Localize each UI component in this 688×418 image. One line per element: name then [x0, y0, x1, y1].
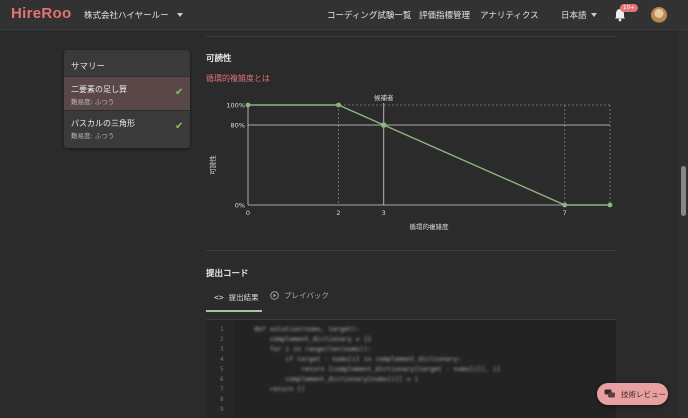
- code-icon: <>: [214, 293, 224, 302]
- y-tick-label: 100%: [226, 102, 245, 110]
- line-number: 6: [220, 376, 224, 383]
- tech-review-label: 技術レビュー: [621, 389, 666, 399]
- sidebar-item-question-2[interactable]: パスカルの三角形 難易度: ふつう ✔: [64, 110, 190, 144]
- chart-xlabel: 循環的複雑度: [410, 222, 450, 231]
- x-tick-label: 2: [336, 209, 340, 217]
- code-line: return []: [254, 385, 305, 393]
- code-line: def solution(nums, target):: [254, 325, 360, 333]
- question-name: 二要素の足し算: [71, 85, 127, 94]
- chart-title: 候補者: [374, 93, 394, 102]
- line-number: 9: [220, 406, 224, 413]
- data-point: [607, 202, 613, 208]
- data-point: [336, 102, 341, 108]
- tab-label: 提出結果: [228, 293, 259, 302]
- active-tab-indicator: [206, 310, 262, 312]
- company-selector[interactable]: 株式会社ハイヤールー: [84, 9, 183, 21]
- data-point: [562, 202, 568, 208]
- line-number: 1: [220, 326, 224, 333]
- code-editor[interactable]: 1 2 3 4 5 6 7 8 9 def solution(nums, target): co…: [206, 319, 616, 418]
- candidate-point: [380, 122, 387, 128]
- chart-ylabel: 可読性: [208, 155, 217, 175]
- line-number: 2: [220, 336, 224, 343]
- readability-chart: 候補者 可読性 循環的複雑度 0 2 3 7 0% 80% 100%: [208, 93, 613, 231]
- line-number: 7: [220, 386, 224, 393]
- question-difficulty: 難易度: ふつう: [71, 98, 115, 106]
- language-label: 日本語: [561, 11, 587, 21]
- check-icon: ✔: [175, 87, 184, 98]
- line-number: 8: [220, 396, 224, 403]
- check-icon: ✔: [175, 121, 184, 132]
- x-tick-label: 0: [246, 209, 250, 217]
- notification-badge: 10+: [620, 4, 638, 12]
- language-selector[interactable]: 日本語: [561, 9, 597, 21]
- chevron-down-icon: [590, 13, 597, 17]
- user-avatar[interactable]: [651, 7, 667, 23]
- y-tick-label: 80%: [231, 122, 245, 130]
- line-number: 3: [220, 346, 224, 353]
- code-line: complement_dictionary[nums[i]] = i: [254, 375, 419, 383]
- x-tick-label: 7: [563, 209, 567, 217]
- code-line: for i in range(len(nums)):: [254, 345, 372, 353]
- sidebar-item-question-1[interactable]: 二要素の足し算 難易度: ふつう ✔: [64, 76, 190, 110]
- x-tick-label: 3: [382, 209, 386, 217]
- nav-evaluation-metrics[interactable]: 評価指標管理: [419, 9, 470, 21]
- nav-coding-tests[interactable]: コーディング試験一覧: [327, 9, 411, 21]
- hireroo-logo[interactable]: HireRoo: [11, 5, 71, 22]
- section-divider: [206, 36, 616, 37]
- top-header: HireRoo 株式会社ハイヤールー コーディング試験一覧 評価指標管理 アナリ…: [0, 0, 688, 30]
- code-line: complement_dictionary = {}: [254, 335, 372, 343]
- cyclomatic-complexity-link[interactable]: 循環的複雑度とは: [206, 73, 270, 84]
- readability-title: 可読性: [206, 54, 232, 64]
- company-name: 株式会社ハイヤールー: [84, 11, 169, 21]
- tab-submission-result[interactable]: <> 提出結果: [214, 292, 259, 303]
- line-number: 4: [220, 356, 224, 363]
- line-number: 5: [220, 366, 224, 373]
- question-difficulty: 難易度: ふつう: [71, 132, 115, 140]
- data-point: [245, 102, 251, 108]
- scrollbar-track[interactable]: [678, 30, 688, 418]
- code-line: if target - nums[i] in complement_dictio…: [254, 355, 462, 363]
- chevron-down-icon: [176, 13, 183, 17]
- sidebar-title: サマリー: [71, 62, 106, 72]
- code-line: return [complement_dictionary[target - n…: [254, 365, 501, 373]
- scrollbar-thumb[interactable]: [681, 166, 686, 216]
- question-name: パスカルの三角形: [71, 119, 135, 128]
- readability-series-line: [248, 104, 610, 206]
- nav-analytics[interactable]: アナリティクス: [480, 9, 539, 21]
- tab-label: プレイバック: [284, 291, 329, 300]
- tech-review-button[interactable]: 技術レビュー: [597, 383, 668, 405]
- tab-playback[interactable]: プレイバック: [270, 290, 329, 301]
- play-circle-icon: [270, 291, 279, 300]
- submission-title: 提出コード: [206, 269, 249, 279]
- y-tick-label: 0%: [235, 202, 245, 210]
- chat-icon: [604, 389, 615, 398]
- section-divider: [206, 250, 616, 251]
- summary-sidebar: サマリー 二要素の足し算 難易度: ふつう ✔ パスカルの三角形 難易度: ふつ…: [64, 50, 190, 148]
